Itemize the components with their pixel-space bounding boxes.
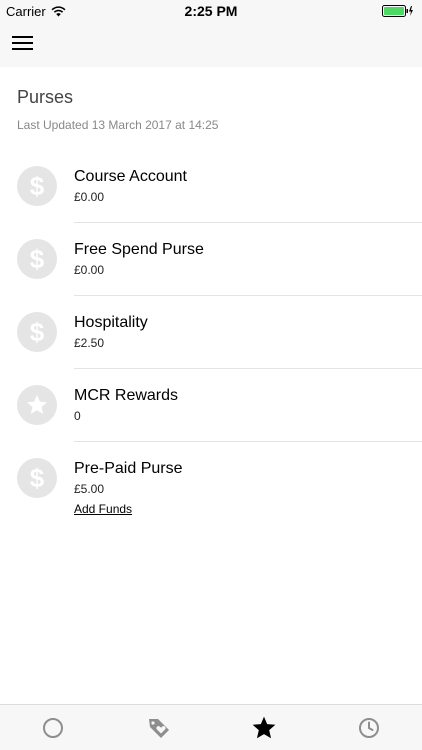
purse-name: Free Spend Purse xyxy=(74,241,204,258)
status-bar: Carrier 2:25 PM xyxy=(0,0,422,22)
tab-home[interactable] xyxy=(0,705,106,750)
purse-item-hospitality[interactable]: $ Hospitality £2.50 xyxy=(0,296,422,369)
purse-item-pre-paid[interactable]: $ Pre-Paid Purse £5.00 Add Funds xyxy=(0,442,422,516)
purse-amount: £5.00 xyxy=(74,482,105,496)
purse-item-free-spend[interactable]: $ Free Spend Purse £0.00 xyxy=(0,223,422,296)
status-time: 2:25 PM xyxy=(184,3,238,19)
clock-icon xyxy=(359,718,379,738)
dollar-icon: $ xyxy=(17,239,57,279)
tab-history[interactable] xyxy=(316,705,422,750)
purse-name: MCR Rewards xyxy=(74,387,179,404)
dollar-icon: $ xyxy=(17,458,57,498)
purse-amount: £2.50 xyxy=(74,336,105,350)
battery-icon xyxy=(382,5,414,20)
star-icon xyxy=(17,385,57,425)
add-funds-link[interactable]: Add Funds xyxy=(74,502,132,516)
purse-item-mcr-rewards[interactable]: MCR Rewards 0 xyxy=(0,369,422,442)
hamburger-menu-icon[interactable] xyxy=(12,36,34,54)
app-header xyxy=(0,22,422,67)
star-icon xyxy=(252,716,276,739)
circle-icon xyxy=(43,718,63,738)
dollar-icon: $ xyxy=(17,312,57,352)
purse-amount: 0 xyxy=(74,409,81,423)
tag-heart-icon xyxy=(149,719,169,738)
purse-list: $ Course Account £0.00 $ Free Spend Purs… xyxy=(0,150,422,516)
tab-rewards[interactable] xyxy=(211,705,317,750)
purse-name: Course Account xyxy=(74,168,187,185)
dollar-icon: $ xyxy=(17,166,57,206)
page-title: Purses xyxy=(17,87,74,107)
last-updated-text: Last Updated 13 March 2017 at 14:25 xyxy=(17,118,219,132)
purse-name: Pre-Paid Purse xyxy=(74,460,183,477)
purse-amount: £0.00 xyxy=(74,190,105,204)
purse-amount: £0.00 xyxy=(74,263,105,277)
tab-offers[interactable] xyxy=(106,705,212,750)
purse-name: Hospitality xyxy=(74,314,148,331)
purse-item-course-account[interactable]: $ Course Account £0.00 xyxy=(0,150,422,223)
tab-bar xyxy=(0,704,422,750)
